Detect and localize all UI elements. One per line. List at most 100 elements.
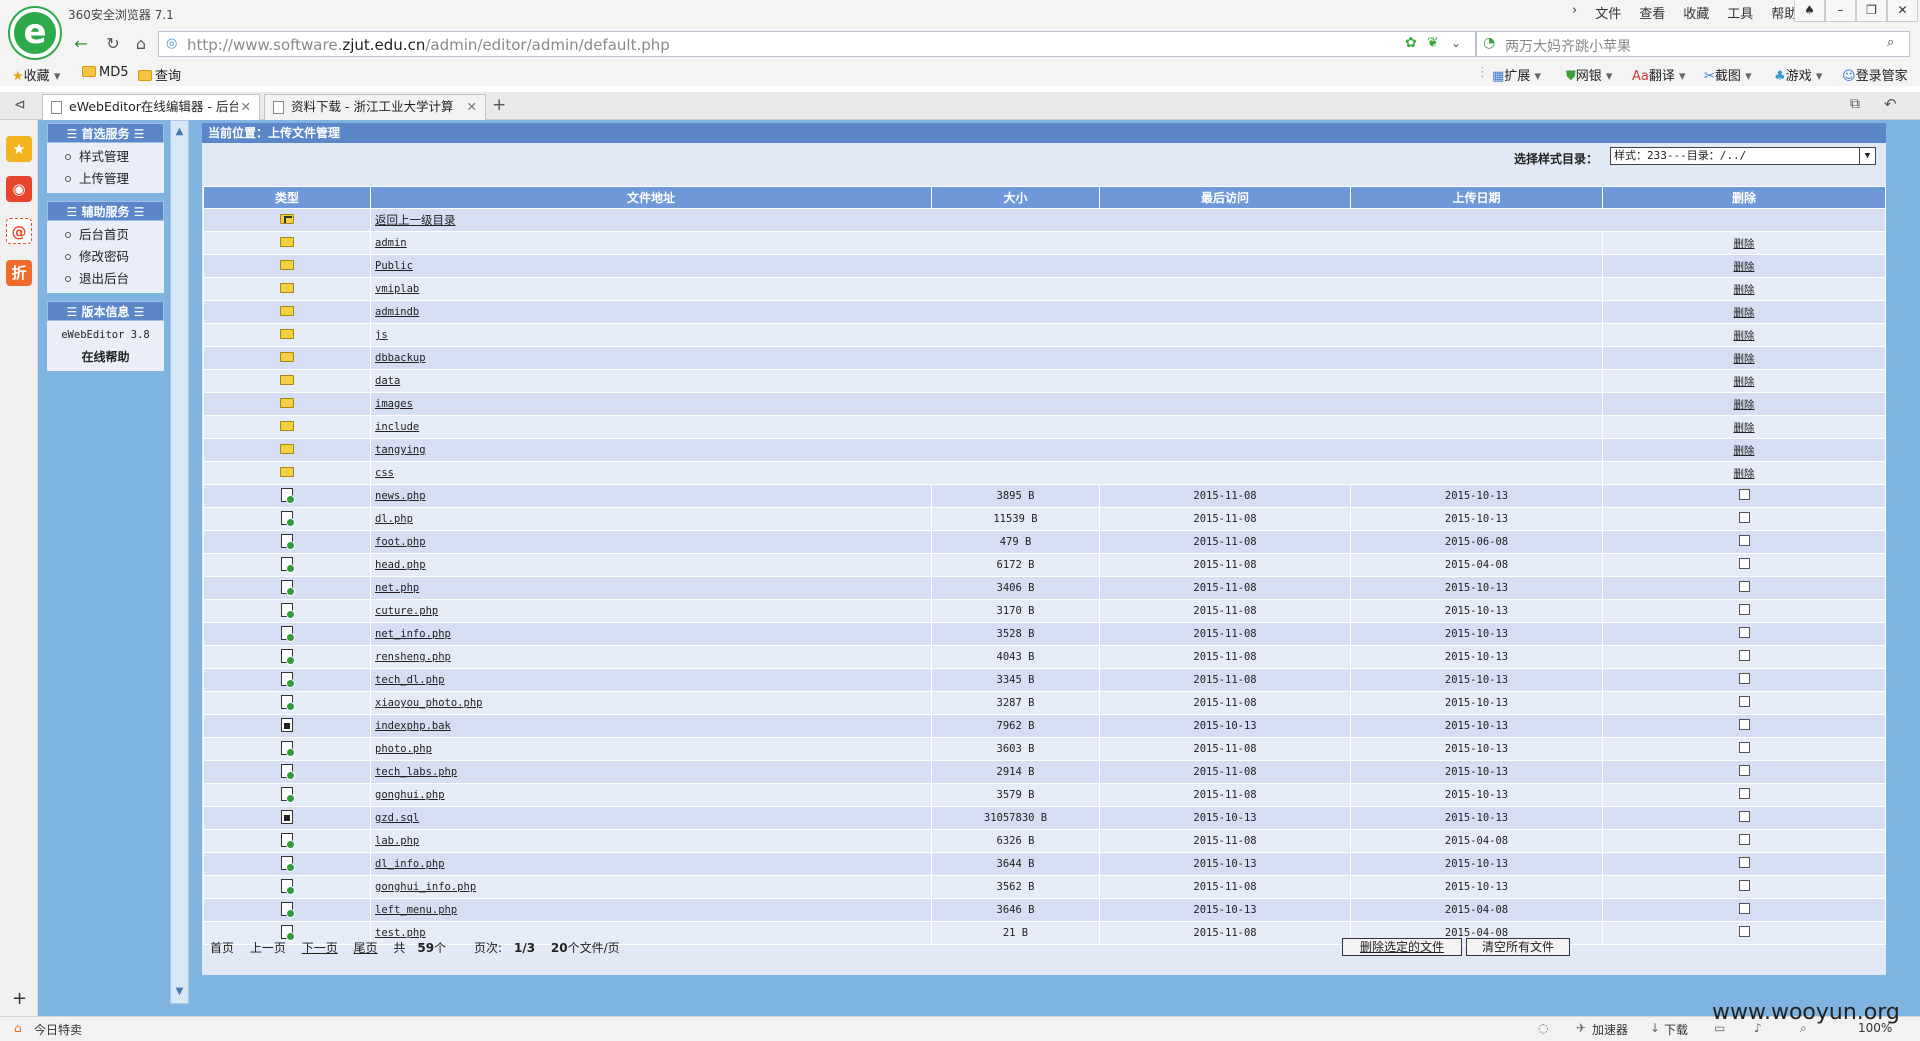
delete-checkbox[interactable] [1738, 535, 1750, 546]
speed-leaf-icon[interactable]: ❦ [1427, 35, 1439, 51]
delete-folder-link[interactable]: 删除 [1602, 323, 1886, 347]
delete-folder-link[interactable]: 删除 [1602, 277, 1886, 301]
discount-icon[interactable]: 折 [6, 260, 32, 286]
folder-link[interactable]: admindb [370, 300, 1603, 324]
mail-icon[interactable]: @ [6, 218, 32, 244]
folder-link[interactable]: admin [370, 231, 1603, 255]
tab-downloads[interactable]: 资料下载 - 浙江工业大学计算 ✕ [264, 94, 486, 120]
delete-checkbox[interactable] [1738, 512, 1750, 523]
search-engine-icon[interactable]: ◔ [1483, 35, 1495, 51]
delete-checkbox[interactable] [1738, 627, 1750, 638]
folder-link[interactable]: vmiplab [370, 277, 1603, 301]
folder-link[interactable]: dbbackup [370, 346, 1603, 370]
accelerator-button[interactable]: 加速器 [1592, 1021, 1628, 1038]
file-link[interactable]: news.php [370, 484, 932, 508]
delete-folder-link[interactable]: 删除 [1602, 438, 1886, 462]
toolbar-bank[interactable]: ⛊网银 ▾ [1566, 65, 1612, 84]
bookmark-md5[interactable]: MD5 [82, 65, 129, 80]
tab-list-icon[interactable]: ⧉ [1850, 96, 1860, 112]
menu-expand-icon[interactable]: › [1572, 3, 1577, 22]
file-link[interactable]: xiaoyou_photo.php [370, 691, 932, 715]
menu-file[interactable]: 文件 [1595, 3, 1621, 22]
scroll-down-icon[interactable]: ▼ [171, 983, 188, 1001]
tab-ewebeditor[interactable]: eWebEditor在线编辑器 - 后台 ✕ [42, 94, 260, 120]
file-link[interactable]: foot.php [370, 530, 932, 554]
parent-dir-link[interactable]: 返回上一级目录 [370, 208, 1886, 232]
delete-checkbox[interactable] [1738, 880, 1750, 891]
delete-checkbox[interactable] [1738, 673, 1750, 684]
folder-link[interactable]: data [370, 369, 1603, 393]
skin-icon[interactable]: ♠ [1794, 0, 1825, 22]
shield-status-icon[interactable]: ◌ [1538, 1021, 1548, 1035]
file-link[interactable]: cuture.php [370, 599, 932, 623]
file-link[interactable]: indexphp.bak [370, 714, 932, 738]
delete-folder-link[interactable]: 删除 [1602, 231, 1886, 255]
address-dropdown-icon[interactable]: ⌄ [1451, 36, 1461, 50]
delete-checkbox[interactable] [1738, 811, 1750, 822]
delete-folder-link[interactable]: 删除 [1602, 346, 1886, 370]
delete-checkbox[interactable] [1738, 857, 1750, 868]
style-directory-select[interactable]: 样式：233---目录：/../ ▼ [1610, 147, 1876, 165]
file-link[interactable]: gonghui_info.php [370, 875, 932, 899]
delete-selected-button[interactable]: 删除选定的文件 [1342, 938, 1462, 956]
folder-link[interactable]: js [370, 323, 1603, 347]
security-shield-icon[interactable]: ✿ [1405, 35, 1417, 51]
close-window-button[interactable]: ✕ [1887, 0, 1918, 22]
file-link[interactable]: tech_dl.php [370, 668, 932, 692]
file-link[interactable]: left_menu.php [370, 898, 932, 922]
menu-style-management[interactable]: 样式管理 [47, 146, 164, 168]
delete-checkbox[interactable] [1738, 788, 1750, 799]
folder-link[interactable]: include [370, 415, 1603, 439]
menu-favorites[interactable]: 收藏 [1683, 3, 1709, 22]
delete-checkbox[interactable] [1738, 489, 1750, 500]
sidebar-toggle-icon[interactable]: ⊲ [14, 97, 26, 113]
folder-link[interactable]: css [370, 461, 1603, 485]
new-tab-button[interactable]: + [492, 95, 506, 115]
toolbar-translate[interactable]: Aa翻译 ▾ [1632, 65, 1686, 84]
bookmark-favorites[interactable]: ★收藏 ▾ [12, 65, 60, 84]
bookmark-query[interactable]: 查询 [138, 65, 181, 84]
delete-checkbox[interactable] [1738, 719, 1750, 730]
file-link[interactable]: net.php [370, 576, 932, 600]
file-link[interactable]: gzd.sql [370, 806, 932, 830]
favorites-star-icon[interactable]: ★ [6, 136, 32, 162]
delete-folder-link[interactable]: 删除 [1602, 415, 1886, 439]
delete-folder-link[interactable]: 删除 [1602, 254, 1886, 278]
menu-logout[interactable]: 退出后台 [47, 268, 164, 290]
menu-change-password[interactable]: 修改密码 [47, 246, 164, 268]
back-arrow-icon[interactable]: ← [68, 32, 94, 56]
toolbar-login[interactable]: ☺登录管家 [1842, 65, 1908, 84]
delete-checkbox[interactable] [1738, 834, 1750, 845]
delete-checkbox[interactable] [1738, 696, 1750, 707]
frame-scrollbar[interactable]: ▲ ▼ [170, 120, 189, 1004]
delete-checkbox[interactable] [1738, 903, 1750, 914]
folder-link[interactable]: Public [370, 254, 1603, 278]
toolbar-extend[interactable]: ▦扩展 ▾ [1492, 65, 1541, 84]
toolbar-games[interactable]: ♣游戏 ▾ [1774, 65, 1822, 84]
file-link[interactable]: rensheng.php [370, 645, 932, 669]
delete-checkbox[interactable] [1738, 926, 1750, 937]
close-tab-icon[interactable]: ✕ [463, 95, 477, 119]
menu-view[interactable]: 查看 [1639, 3, 1665, 22]
close-tab-icon[interactable]: ✕ [237, 95, 251, 119]
file-link[interactable]: head.php [370, 553, 932, 577]
address-bar[interactable]: ◎ http://www.software.zjut.edu.cn/admin/… [158, 31, 1476, 57]
delete-checkbox[interactable] [1738, 581, 1750, 592]
folder-link[interactable]: images [370, 392, 1603, 416]
menu-tools[interactable]: 工具 [1727, 3, 1753, 22]
file-link[interactable]: dl_info.php [370, 852, 932, 876]
download-button[interactable]: 下载 [1664, 1021, 1688, 1038]
refresh-icon[interactable]: ↻ [100, 32, 126, 56]
menu-upload-management[interactable]: 上传管理 [47, 168, 164, 190]
pager-last[interactable]: 尾页 [354, 941, 378, 955]
home-icon[interactable]: ⌂ [128, 32, 154, 56]
delete-checkbox[interactable] [1738, 742, 1750, 753]
file-link[interactable]: net_info.php [370, 622, 932, 646]
file-link[interactable]: dl.php [370, 507, 932, 531]
delete-folder-link[interactable]: 删除 [1602, 369, 1886, 393]
delete-checkbox[interactable] [1738, 650, 1750, 661]
pager-next[interactable]: 下一页 [302, 941, 338, 955]
file-link[interactable]: lab.php [370, 829, 932, 853]
undo-close-icon[interactable]: ↶ [1884, 95, 1897, 113]
menu-admin-home[interactable]: 后台首页 [47, 224, 164, 246]
